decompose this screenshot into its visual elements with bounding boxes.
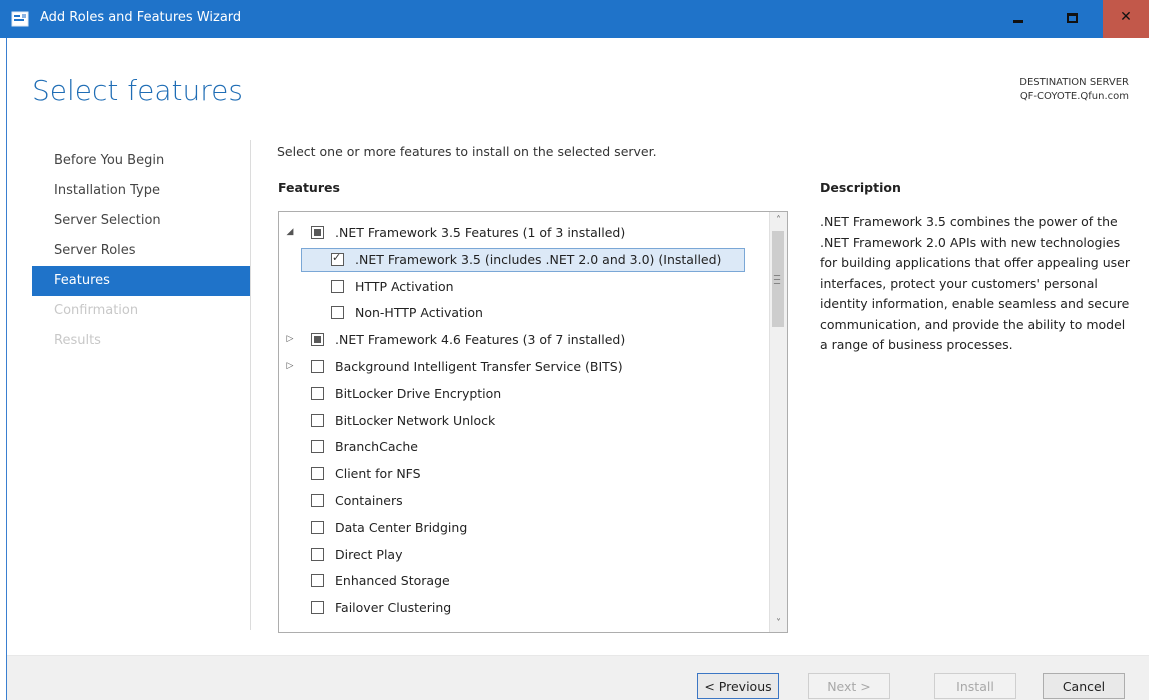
next-button: Next > (808, 673, 890, 699)
scroll-down-arrow-icon[interactable]: ˅ (770, 615, 787, 632)
install-button: Install (934, 673, 1016, 699)
feature-checkbox[interactable] (331, 251, 344, 266)
feature-row[interactable]: Containers (279, 488, 769, 514)
feature-label: Containers (335, 493, 403, 508)
server-manager-icon (11, 11, 29, 27)
window-frame (0, 38, 7, 700)
nav-item-installation-type[interactable]: Installation Type (32, 176, 250, 206)
feature-label: BranchCache (335, 439, 418, 455)
scroll-up-arrow-icon[interactable]: ˄ (770, 212, 787, 229)
feature-row[interactable]: Data Center Bridging (279, 515, 769, 541)
feature-label: Background Intelligent Transfer Service … (335, 359, 623, 374)
page-title: Select features (32, 74, 243, 107)
nav-item-results: Results (54, 333, 101, 348)
destination-server-name: QF-COYOTE.Qfun.com (1019, 91, 1129, 102)
feature-row[interactable]: Enhanced Storage (279, 568, 769, 594)
features-tree[interactable]: ◢ .NET Framework 3.5 Features (1 of 3 ins… (278, 211, 788, 633)
feature-label: .NET Framework 3.5 (includes .NET 2.0 an… (355, 251, 722, 267)
feature-row[interactable]: Direct Play (279, 542, 769, 568)
close-icon: ✕ (1120, 9, 1132, 25)
feature-label: .NET Framework 3.5 Features (1 of 3 inst… (335, 225, 626, 240)
previous-button[interactable]: < Previous (697, 673, 779, 699)
window-title: Add Roles and Features Wizard (40, 10, 242, 25)
feature-label: BitLocker Drive Encryption (335, 385, 502, 401)
description-heading: Description (820, 180, 901, 195)
feature-checkbox[interactable] (311, 547, 324, 561)
scroll-grip-icon: ─ ─ ─ (774, 271, 781, 290)
feature-checkbox[interactable] (311, 440, 324, 454)
feature-checkbox[interactable] (311, 601, 324, 615)
feature-row[interactable]: HTTP Activation (279, 274, 769, 300)
feature-row[interactable]: ▷ Background Intelligent Transfer Service… (279, 354, 769, 380)
description-text: .NET Framework 3.5 combines the power of… (820, 214, 1130, 352)
feature-label: Data Center Bridging (335, 519, 468, 535)
feature-label: Client for NFS (335, 466, 421, 482)
feature-row[interactable]: ◢ .NET Framework 3.5 Features (1 of 3 ins… (279, 220, 769, 246)
feature-row[interactable]: BranchCache (279, 434, 769, 460)
feature-row[interactable]: Client for NFS (279, 461, 769, 487)
feature-checkbox[interactable] (331, 279, 344, 293)
destination-label: DESTINATION SERVER (1019, 77, 1129, 88)
nav-item-confirmation: Confirmation (54, 303, 139, 318)
feature-row[interactable]: BitLocker Network Unlock (279, 408, 769, 434)
feature-label: BitLocker Network Unlock (335, 412, 496, 428)
feature-checkbox[interactable] (331, 306, 344, 320)
nav-item-server-roles[interactable]: Server Roles (32, 236, 250, 266)
feature-checkbox[interactable] (311, 520, 324, 534)
expand-arrow-collapsed-icon[interactable]: ▷ (285, 334, 295, 344)
nav-item-features[interactable]: Features (32, 266, 250, 296)
feature-checkbox[interactable] (311, 467, 324, 481)
feature-checkbox[interactable] (311, 226, 324, 239)
destination-server: DESTINATION SERVER QF-COYOTE.Qfun.com (1019, 76, 1129, 104)
feature-label: Failover Clustering (335, 600, 452, 616)
feature-checkbox[interactable] (311, 360, 324, 373)
nav-divider (250, 140, 251, 630)
maximize-button[interactable] (1049, 0, 1095, 38)
feature-label: HTTP Activation (355, 278, 454, 294)
cancel-button[interactable]: Cancel (1043, 673, 1125, 699)
feature-row[interactable]: BitLocker Drive Encryption (279, 381, 769, 407)
feature-checkbox[interactable] (311, 413, 324, 427)
feature-row[interactable]: Non-HTTP Activation (279, 300, 769, 326)
minimize-button[interactable] (995, 0, 1041, 38)
feature-checkbox[interactable] (311, 386, 324, 400)
feature-label: .NET Framework 4.6 Features (3 of 7 inst… (335, 332, 626, 348)
expand-arrow-open-icon[interactable]: ◢ (285, 227, 295, 237)
feature-label: Direct Play (335, 546, 403, 562)
instruction-text: Select one or more features to install o… (277, 144, 657, 159)
nav-item-server-selection[interactable]: Server Selection (32, 206, 250, 236)
nav-item-before-you-begin[interactable]: Before You Begin (32, 146, 250, 176)
wizard-nav: Before You Begin Installation Type Serve… (32, 146, 250, 356)
features-heading: Features (278, 180, 340, 195)
feature-row[interactable]: ▷ .NET Framework 4.6 Features (3 of 7 ins… (279, 327, 769, 353)
features-scrollbar[interactable]: ˄ ─ ─ ─ ˅ (769, 212, 787, 632)
feature-label: Enhanced Storage (335, 573, 450, 589)
feature-label: Non-HTTP Activation (355, 305, 483, 321)
feature-row[interactable]: .NET Framework 3.5 (includes .NET 2.0 an… (279, 247, 769, 273)
feature-checkbox[interactable] (311, 574, 324, 588)
feature-checkbox[interactable] (311, 494, 324, 507)
feature-checkbox[interactable] (311, 333, 324, 347)
close-button[interactable]: ✕ (1103, 0, 1149, 38)
title-bar: Add Roles and Features Wizard ✕ (0, 0, 1149, 38)
feature-row[interactable]: Failover Clustering (279, 595, 769, 621)
expand-arrow-collapsed-icon[interactable]: ▷ (285, 361, 295, 371)
